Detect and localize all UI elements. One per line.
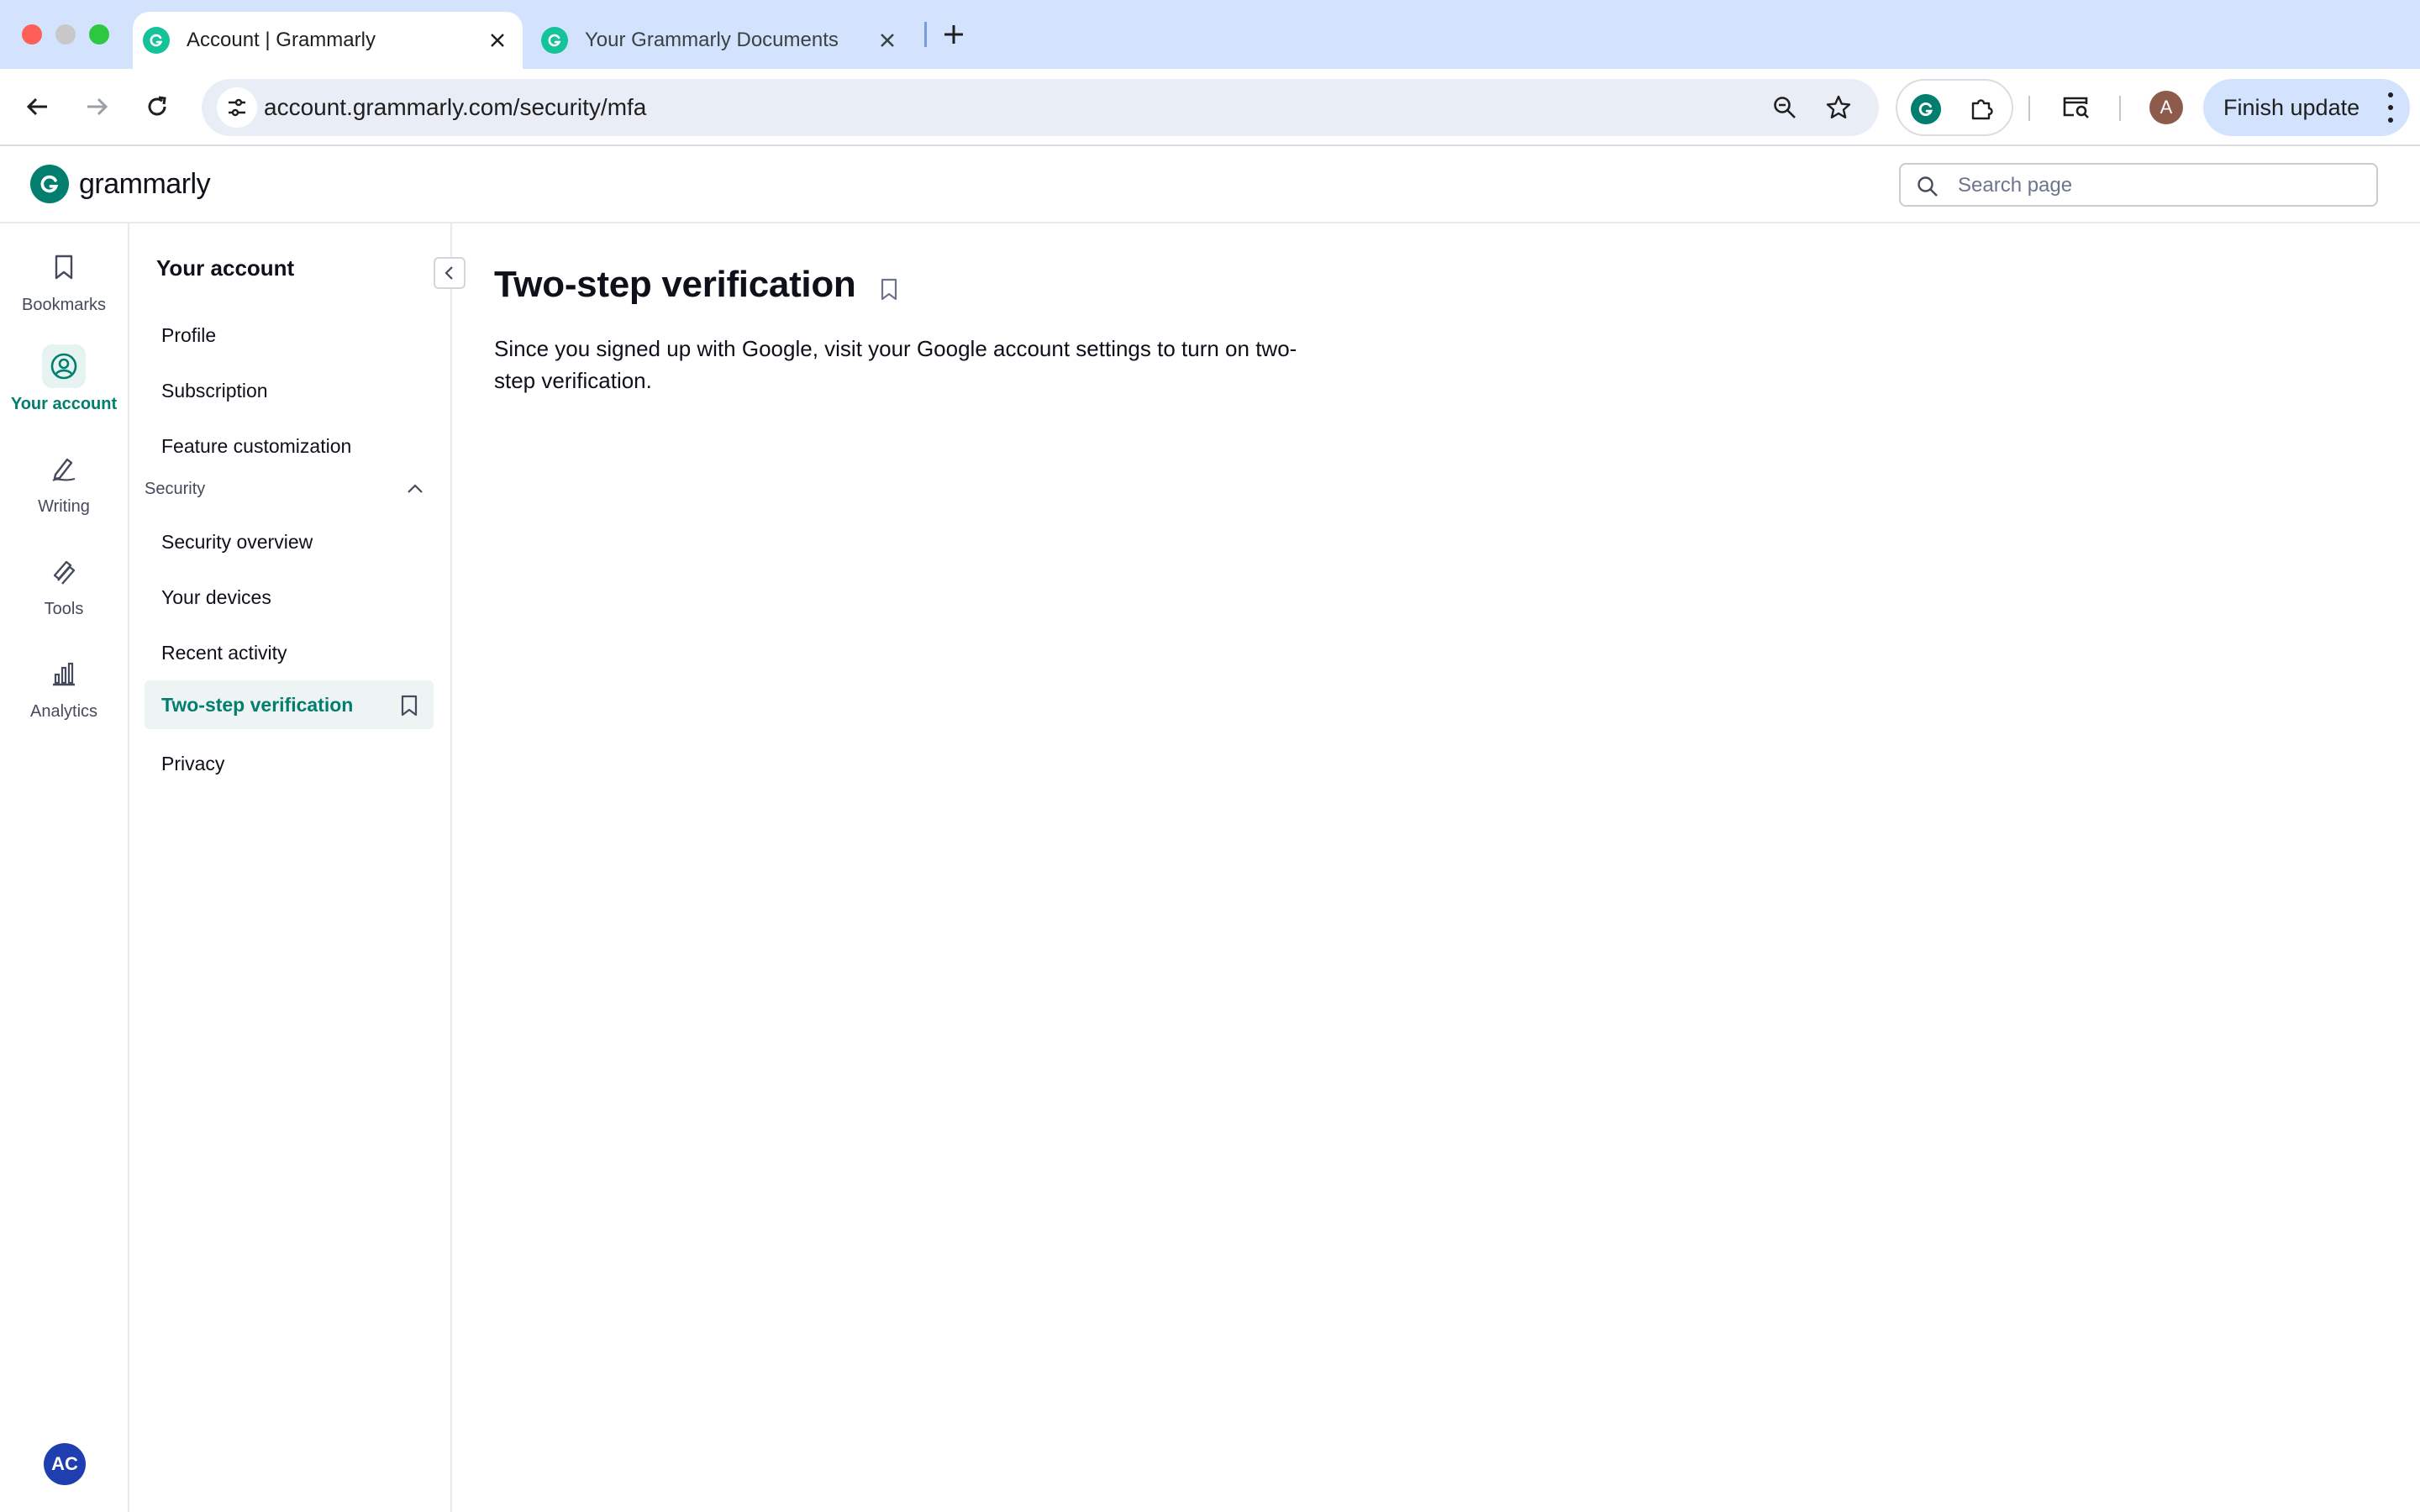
rail-item-tools[interactable]: Tools bbox=[0, 549, 128, 637]
sidebar-item-label: Security overview bbox=[161, 530, 313, 553]
search-box bbox=[1899, 163, 2378, 207]
browser-tab-strip: Account | Grammarly Your Grammarly Docum… bbox=[0, 0, 2420, 69]
rail-item-your-account[interactable]: Your account bbox=[0, 344, 128, 432]
tab-close-icon[interactable] bbox=[481, 24, 514, 57]
bookmark-icon bbox=[42, 245, 86, 289]
rail-item-label: Bookmarks bbox=[21, 296, 107, 314]
section-label: Security bbox=[145, 479, 206, 498]
search-input[interactable] bbox=[1958, 171, 2361, 200]
tab-separator bbox=[924, 22, 927, 47]
logo-text: grammarly bbox=[79, 167, 211, 200]
tab-search-icon[interactable] bbox=[2057, 87, 2096, 126]
grammarly-favicon-icon bbox=[143, 27, 170, 54]
account-sidebar: Your account Profile Subscription Featur… bbox=[129, 223, 466, 1512]
forward-arrow-icon[interactable] bbox=[77, 87, 116, 126]
sidebar-item-label: Subscription bbox=[161, 379, 268, 402]
finish-update-button[interactable]: Finish update bbox=[2203, 79, 2410, 136]
toolbar-divider bbox=[2028, 96, 2030, 121]
sidebar-section-security[interactable]: Security bbox=[145, 472, 434, 506]
rail-item-bookmarks[interactable]: Bookmarks bbox=[0, 245, 128, 333]
user-avatar[interactable]: AC bbox=[44, 1443, 86, 1485]
toolbar-divider bbox=[2119, 96, 2121, 121]
zoom-icon[interactable] bbox=[1766, 89, 1803, 126]
page-description: Since you signed up with Google, visit y… bbox=[494, 336, 1297, 393]
pen-icon bbox=[42, 447, 86, 491]
rail-item-label: Your account bbox=[10, 395, 118, 413]
bookmark-star-icon[interactable] bbox=[1820, 89, 1857, 126]
tab-title: Your Grammarly Documents bbox=[585, 29, 839, 51]
sidebar-item-recent-activity[interactable]: Recent activity bbox=[145, 628, 434, 677]
main-content: Two-step verification Since you signed u… bbox=[452, 223, 2420, 1512]
finish-update-label: Finish update bbox=[2223, 94, 2360, 120]
window-maximize-button[interactable] bbox=[89, 24, 109, 45]
tab-account-grammarly[interactable]: Account | Grammarly bbox=[133, 12, 523, 69]
sidebar-item-label: Your devices bbox=[161, 585, 271, 608]
bookmark-icon[interactable] bbox=[400, 694, 418, 722]
address-bar[interactable]: account.grammarly.com/security/mfa bbox=[202, 79, 1879, 136]
tab-grammarly-documents[interactable]: Your Grammarly Documents bbox=[531, 12, 913, 69]
tools-icon bbox=[42, 549, 86, 593]
rail-item-analytics[interactable]: Analytics bbox=[0, 652, 128, 739]
window-close-button[interactable] bbox=[22, 24, 42, 45]
site-settings-icon[interactable] bbox=[217, 87, 257, 128]
sidebar-item-security-overview[interactable]: Security overview bbox=[145, 517, 434, 566]
search-icon bbox=[1916, 175, 1939, 202]
back-arrow-icon[interactable] bbox=[18, 87, 57, 126]
window-minimize-button[interactable] bbox=[55, 24, 76, 45]
sidebar-item-label: Privacy bbox=[161, 752, 225, 774]
profile-avatar[interactable]: A bbox=[2149, 91, 2183, 124]
sidebar-item-profile[interactable]: Profile bbox=[145, 311, 434, 360]
page-title: Two-step verification bbox=[494, 264, 856, 305]
analytics-icon bbox=[42, 652, 86, 696]
chevron-up-icon bbox=[405, 479, 425, 504]
rail-item-label: Writing bbox=[38, 497, 90, 516]
extensions-puzzle-icon[interactable] bbox=[1963, 91, 2000, 128]
sidebar-title: Your account bbox=[156, 255, 295, 281]
new-tab-plus-icon[interactable] bbox=[936, 17, 971, 52]
sidebar-item-privacy[interactable]: Privacy bbox=[145, 739, 434, 788]
app-header: grammarly bbox=[0, 146, 2420, 223]
grammarly-logo[interactable]: grammarly bbox=[30, 165, 211, 203]
more-menu-icon[interactable] bbox=[2386, 92, 2395, 123]
rail-item-label: Analytics bbox=[29, 702, 98, 721]
sidebar-item-label: Recent activity bbox=[161, 641, 287, 664]
tab-title: Account | Grammarly bbox=[187, 29, 376, 51]
extensions-group bbox=[1896, 79, 2013, 136]
sidebar-item-label: Profile bbox=[161, 323, 217, 346]
browser-toolbar: account.grammarly.com/security/mfa A Fin… bbox=[0, 69, 2420, 146]
grammarly-favicon-icon bbox=[541, 27, 568, 54]
rail-item-writing[interactable]: Writing bbox=[0, 447, 128, 534]
sidebar-item-two-step-verification[interactable]: Two-step verification bbox=[145, 680, 434, 729]
sidebar-item-your-devices[interactable]: Your devices bbox=[145, 573, 434, 622]
sidebar-item-feature-customization[interactable]: Feature customization bbox=[145, 422, 434, 470]
left-rail: Bookmarks Your account Writing Tools Ana… bbox=[0, 223, 129, 1512]
grammarly-extension-icon[interactable] bbox=[1907, 91, 1944, 128]
account-icon bbox=[42, 344, 86, 388]
sidebar-item-label: Feature customization bbox=[161, 434, 352, 457]
sidebar-item-subscription[interactable]: Subscription bbox=[145, 366, 434, 415]
bookmark-page-icon[interactable] bbox=[879, 277, 899, 307]
tab-close-icon[interactable] bbox=[871, 24, 904, 57]
reload-icon[interactable] bbox=[138, 87, 176, 126]
url-text: account.grammarly.com/security/mfa bbox=[264, 94, 647, 120]
grammarly-logo-icon bbox=[30, 165, 69, 203]
rail-item-label: Tools bbox=[44, 600, 84, 618]
sidebar-item-label: Two-step verification bbox=[161, 693, 354, 716]
